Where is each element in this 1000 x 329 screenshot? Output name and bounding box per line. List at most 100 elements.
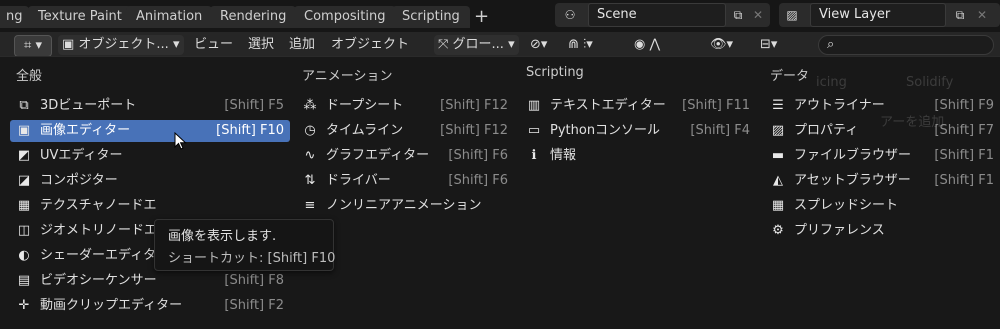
menu-item-driver[interactable]: ⇅ ドライバー [Shift] F6 bbox=[296, 170, 514, 192]
menu-item-label: テキストエディター bbox=[550, 98, 666, 113]
menu-item-viewport-3d[interactable]: ⧉ 3Dビューポート [Shift] F5 bbox=[10, 95, 290, 117]
menu-item-info[interactable]: ℹ 情報 bbox=[520, 145, 756, 167]
menu-item-label: 3Dビューポート bbox=[40, 98, 137, 113]
menu-item-nla[interactable]: ≡ ノンリニアアニメーション bbox=[296, 195, 514, 217]
tab-ng[interactable]: ng bbox=[0, 6, 29, 28]
menu-item-movie-clip[interactable]: ✛ 動画クリップエディター [Shift] F2 bbox=[10, 295, 290, 317]
view-layer-field[interactable]: View Layer bbox=[810, 3, 946, 27]
menu-item-properties[interactable]: ▨ プロパティ [Shift] F7 bbox=[764, 120, 1000, 142]
menu-item-image-editor[interactable]: ▣ 画像エディター [Shift] F10 bbox=[10, 120, 290, 142]
chevron-down-icon: ▾ bbox=[503, 37, 515, 52]
dopesheet-icon: ⁂ bbox=[303, 98, 317, 113]
menu-item-compositor[interactable]: ◪ コンポジター bbox=[10, 170, 290, 192]
menu-item-text-editor[interactable]: ▥ テキストエディター [Shift] F11 bbox=[520, 95, 756, 117]
viewport-3d-icon: ⧉ bbox=[19, 98, 29, 113]
chevron-down-icon: ▾ bbox=[168, 37, 180, 52]
menu-item-spreadsheet[interactable]: ▦ スプレッドシート bbox=[764, 195, 1000, 217]
video-sequencer-icon: ▤ bbox=[17, 273, 31, 288]
menu-item-console[interactable]: ▭ Pythonコンソール [Shift] F4 bbox=[520, 120, 756, 142]
add-workspace-button[interactable]: + bbox=[470, 6, 493, 28]
shader-editor-icon: ◐ bbox=[18, 248, 30, 263]
menu-item-timeline[interactable]: ◷ タイムライン [Shift] F12 bbox=[296, 120, 514, 142]
menu-item-label: アセットブラウザー bbox=[794, 173, 911, 188]
menu-item-shortcut: [Shift] F4 bbox=[690, 123, 750, 138]
menu-item-label: UVエディター bbox=[40, 148, 123, 163]
menu-item-shortcut: [Shift] F12 bbox=[440, 123, 508, 138]
transform-orientation-dropdown[interactable]: ⤧ グロー... ▾ bbox=[434, 35, 519, 55]
menu-item-shortcut: [Shift] F8 bbox=[224, 273, 284, 288]
menu-item-label: 画像エディター bbox=[40, 123, 131, 138]
ghost-text-solidify: Solidify bbox=[906, 75, 954, 90]
outliner-icon: ☰ bbox=[772, 98, 784, 113]
menu-item-label: Pythonコンソール bbox=[550, 123, 661, 138]
tab-scripting[interactable]: Scripting bbox=[392, 6, 470, 28]
tab-rendering[interactable]: Rendering bbox=[210, 6, 297, 28]
tab-texture-paint[interactable]: Texture Paint bbox=[28, 6, 132, 28]
tab-compositing[interactable]: Compositing bbox=[294, 6, 396, 28]
menu-item-shortcut: [Shift] F7 bbox=[934, 123, 994, 138]
menu-item-asset-browser[interactable]: ◭ アセットブラウザー [Shift] F1 bbox=[764, 170, 1000, 192]
search-icon: ⌕ bbox=[827, 37, 835, 52]
transform-orientation-label: グロー... bbox=[452, 37, 504, 52]
menu-item-label: プロパティ bbox=[794, 123, 859, 138]
scene-icon[interactable]: ⚇ bbox=[560, 5, 580, 25]
menu-item-label: スプレッドシート bbox=[794, 198, 899, 213]
view-layer-icon[interactable]: ▨ bbox=[782, 5, 802, 25]
editor-type-button[interactable]: ⌗ ▾ bbox=[14, 35, 52, 57]
menu-item-shortcut: [Shift] F1 bbox=[934, 148, 994, 163]
menu-item-label: ノンリニアアニメーション bbox=[326, 198, 482, 213]
menu-item-dopesheet[interactable]: ⁂ ドープシート [Shift] F12 bbox=[296, 95, 514, 117]
pivot-point-icon[interactable]: ⊘▾ bbox=[530, 35, 547, 55]
editor-type-menu: icing Solidify アーを追加 全般 アニメーション Scriptin… bbox=[0, 56, 1000, 329]
menu-item-shortcut: [Shift] F6 bbox=[448, 148, 508, 163]
properties-icon: ▨ bbox=[771, 123, 785, 138]
menu-item-shortcut: [Shift] F1 bbox=[934, 173, 994, 188]
menu-item-outliner[interactable]: ☰ アウトライナー [Shift] F9 bbox=[764, 95, 1000, 117]
orientation-icon: ⤧ bbox=[438, 37, 453, 52]
menu-item-label: 動画クリップエディター bbox=[40, 298, 183, 313]
image-editor-icon: ▣ bbox=[17, 123, 31, 138]
copy-view-layer-icon[interactable]: ⧉ bbox=[950, 5, 970, 25]
menu-item-shortcut: [Shift] F2 bbox=[224, 298, 284, 313]
geometry-node-icon: ◫ bbox=[17, 223, 31, 238]
menu-item-label: ビデオシーケンサー bbox=[40, 273, 157, 288]
object-mode-dropdown[interactable]: ▣ オブジェクト... ▾ bbox=[58, 35, 184, 55]
column-heading-animation: アニメーション bbox=[302, 69, 393, 84]
toggle-icon[interactable]: ⊟▾ bbox=[760, 35, 777, 55]
snap-icon[interactable]: ⋒ ⫶▾ bbox=[568, 35, 593, 55]
menu-item-file-browser[interactable]: ▬ ファイルブラウザー [Shift] F1 bbox=[764, 145, 1000, 167]
menu-item-texture-node[interactable]: ▦ テクスチャノードエ bbox=[10, 195, 290, 217]
menu-item-video-sequencer[interactable]: ▤ ビデオシーケンサー [Shift] F8 bbox=[10, 270, 290, 292]
menu-item-label: タイムライン bbox=[326, 123, 404, 138]
tab-animation[interactable]: Animation bbox=[126, 6, 213, 28]
menu-item-label: コンポジター bbox=[40, 173, 118, 188]
close-icon[interactable]: ✕ bbox=[972, 5, 992, 25]
ghost-text-icing: icing bbox=[816, 75, 847, 90]
menu-add[interactable]: 追加 bbox=[289, 35, 315, 55]
menu-item-label: 情報 bbox=[550, 148, 577, 163]
tooltip-description: 画像を表示します. bbox=[168, 229, 277, 244]
preferences-icon: ⚙ bbox=[772, 223, 784, 238]
menu-item-label: テクスチャノードエ bbox=[40, 198, 157, 213]
visibility-icon[interactable]: 👁▾ bbox=[710, 35, 733, 55]
scene-name-field[interactable]: Scene bbox=[588, 3, 726, 27]
copy-scene-icon[interactable]: ⧉ bbox=[728, 5, 748, 25]
spreadsheet-icon: ▦ bbox=[771, 198, 785, 213]
texture-node-icon: ▦ bbox=[17, 198, 31, 213]
menu-select[interactable]: 選択 bbox=[248, 35, 274, 55]
menu-object[interactable]: オブジェクト bbox=[331, 35, 409, 55]
column-heading-general: 全般 bbox=[16, 69, 43, 84]
text-editor-icon: ▥ bbox=[527, 98, 541, 113]
menu-item-shortcut: [Shift] F9 bbox=[934, 98, 994, 113]
console-icon: ▭ bbox=[527, 123, 541, 138]
close-icon[interactable]: ✕ bbox=[748, 5, 768, 25]
search-input[interactable]: ⌕ bbox=[818, 35, 994, 55]
menu-item-preferences[interactable]: ⚙ プリファレンス bbox=[764, 220, 1000, 242]
menu-view[interactable]: ビュー bbox=[194, 35, 233, 55]
proportional-edit-icon[interactable]: ◉ ⋀ bbox=[634, 35, 660, 55]
menu-item-label: アウトライナー bbox=[794, 98, 885, 113]
menu-item-graph-editor[interactable]: ∿ グラフエディター [Shift] F6 bbox=[296, 145, 514, 167]
tooltip-shortcut: ショートカット: [Shift] F10 bbox=[168, 251, 336, 266]
movie-clip-icon: ✛ bbox=[18, 298, 30, 313]
menu-item-uv-editor[interactable]: ◩ UVエディター bbox=[10, 145, 290, 167]
